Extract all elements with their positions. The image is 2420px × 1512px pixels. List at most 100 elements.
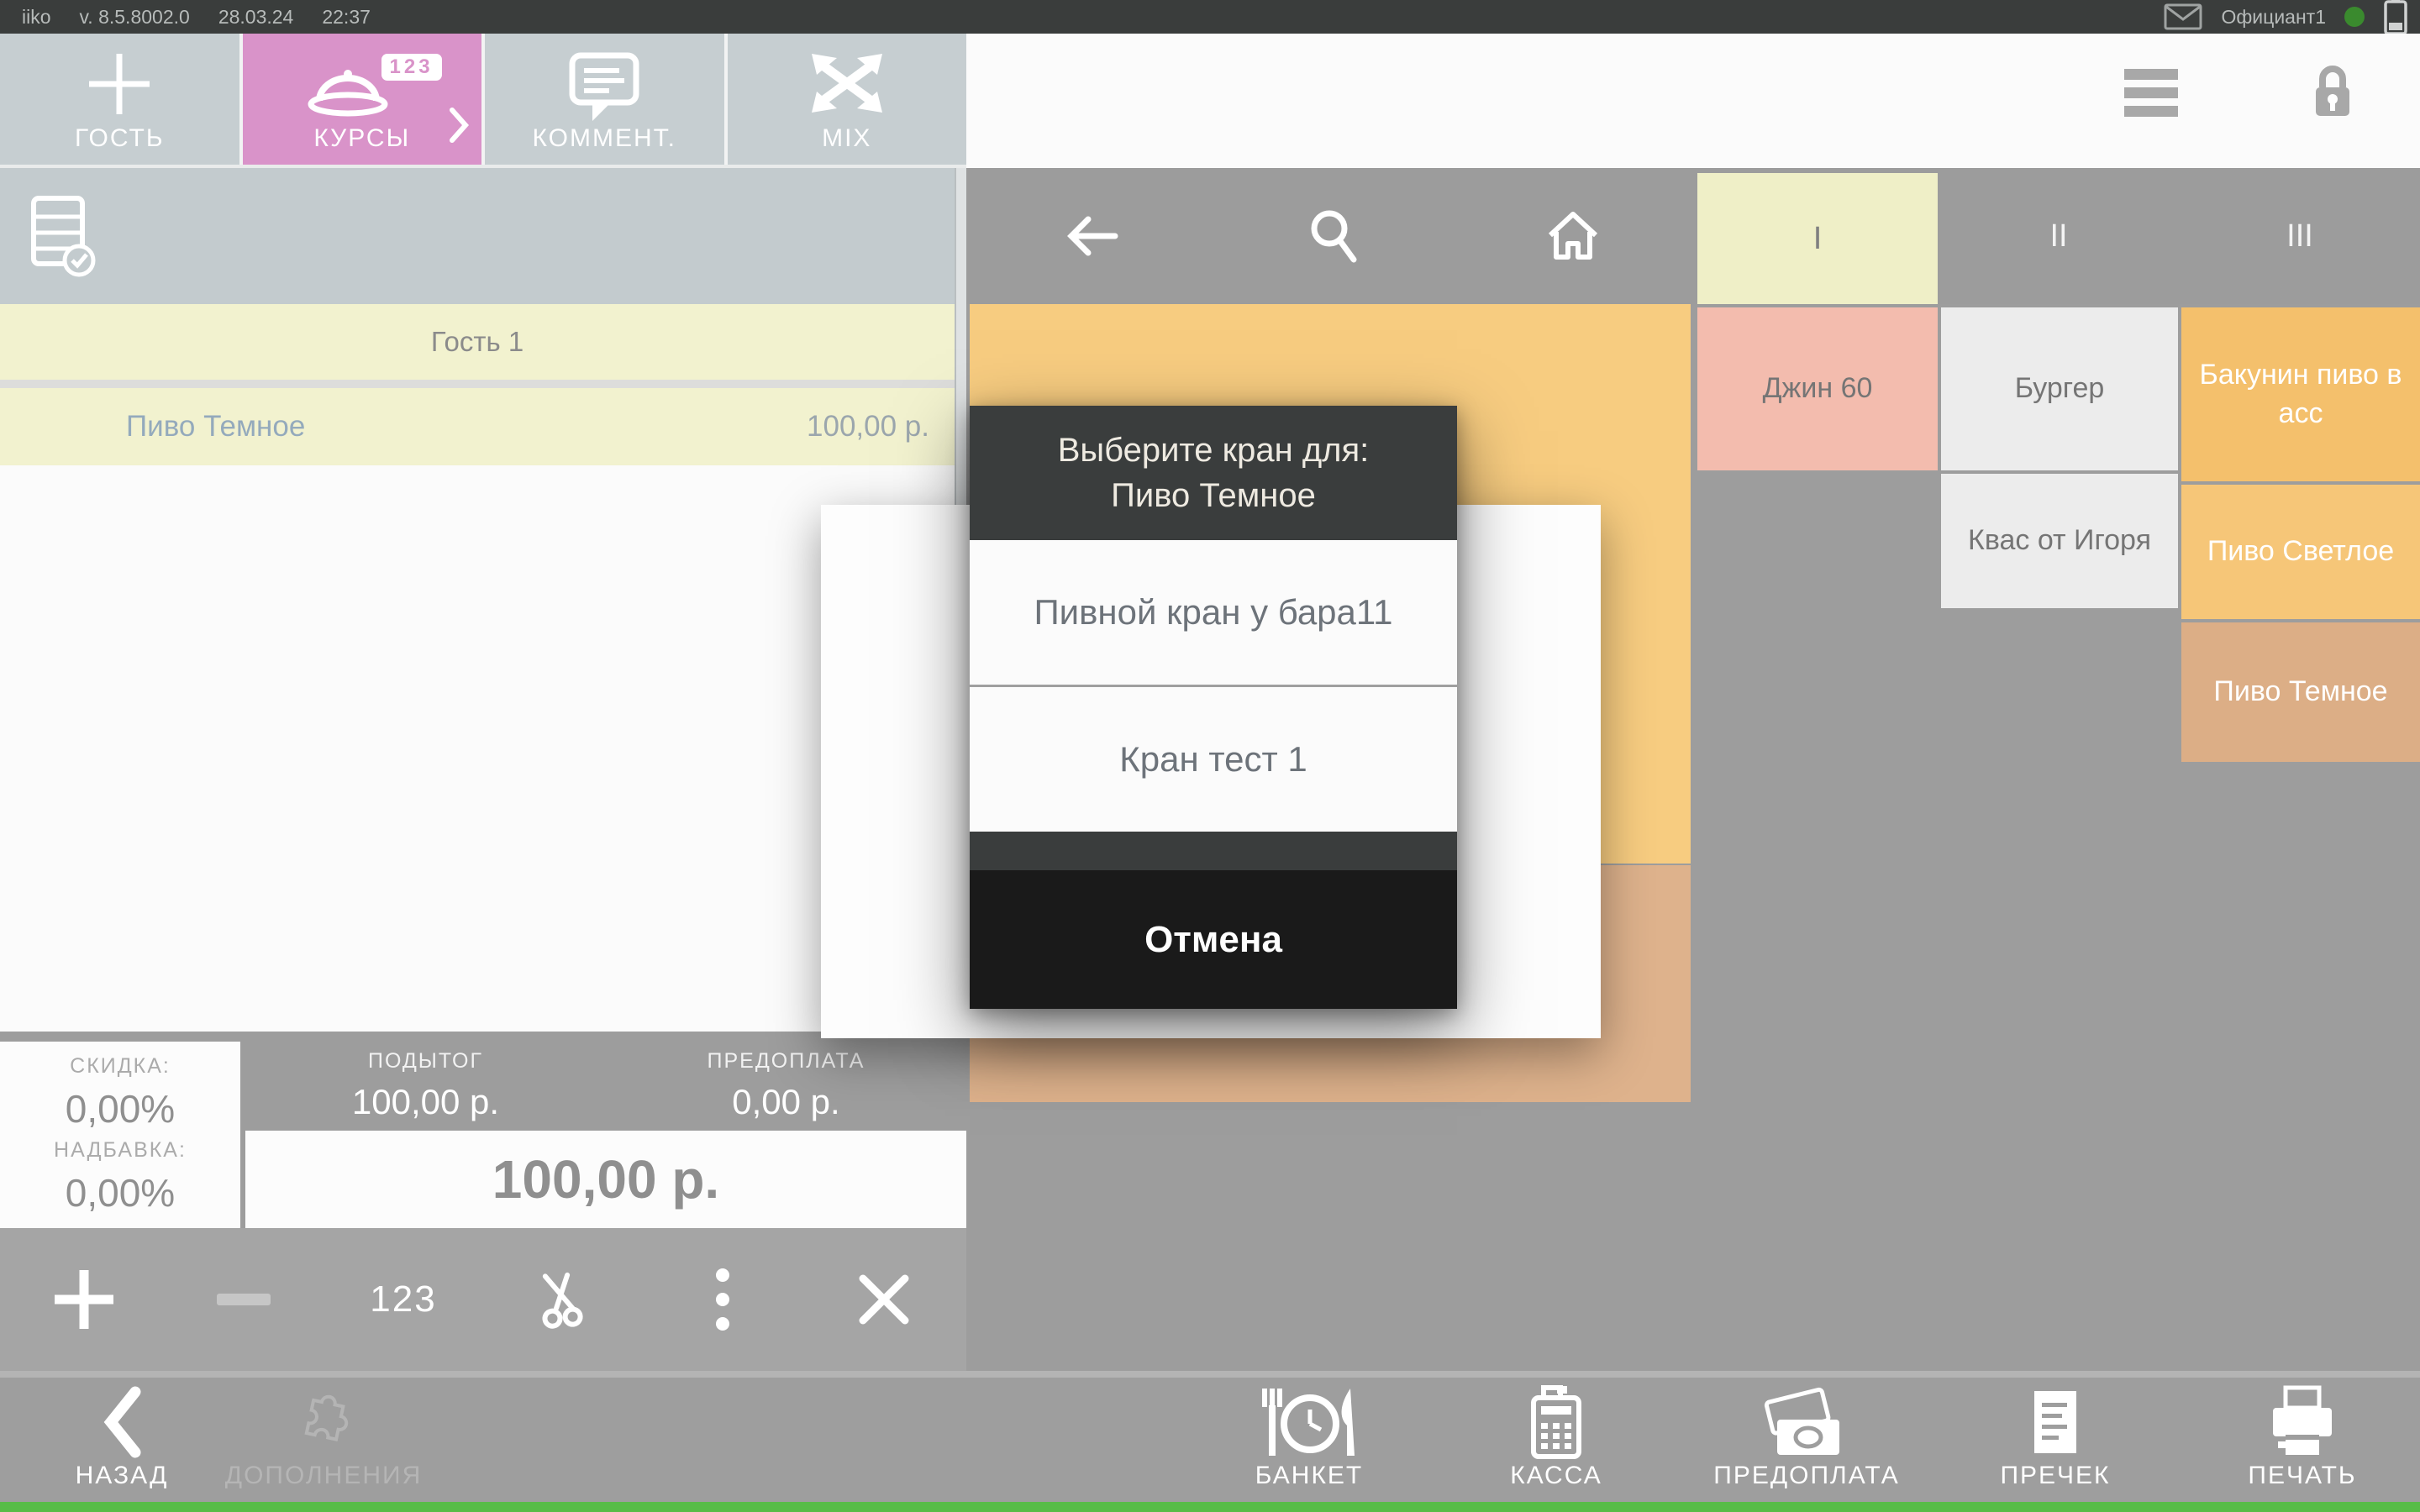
subtotal-label: ПОДЫТОГ [368,1049,483,1074]
row-divider [0,380,955,388]
order-info-header[interactable]: 22:35 Не задан 364 1 Официант1 1 123 [0,168,955,304]
app-version: v. 8.5.8002.0 [80,6,190,29]
pos-app: iiko v. 8.5.8002.0 28.03.24 22:37 Официа… [0,0,2420,1512]
menu-hamburger-icon[interactable] [2124,69,2178,124]
cash-register-button[interactable]: КАССА [1439,1386,1674,1490]
precheck-button-label: ПРЕЧЕК [2000,1462,2110,1490]
dialog-title-line1: Выберите кран для: [1058,428,1370,473]
subtotal-band: ПОДЫТОГ 100,00 р. ПРЕДОПЛАТА 0,00 р. [245,1042,966,1129]
prepayment-button-label: ПРЕДОПЛАТА [1713,1462,1900,1490]
tap-option-bar[interactable]: Пивной кран у бара11 [970,540,1457,685]
comment-icon [566,49,643,126]
prepayment-button[interactable]: ПРЕДОПЛАТА [1689,1386,1924,1490]
guest-section-header[interactable]: Гость 1 [0,304,955,380]
courses-button[interactable]: 123 КУРСЫ [243,34,486,165]
comment-button[interactable]: КОММЕНТ. [485,34,728,165]
menu-item-kvas[interactable]: Квас от Игоря [1941,474,2178,608]
app-name: iiko [22,6,51,29]
back-button[interactable]: НАЗАД [4,1386,239,1490]
shuffle-icon [807,49,887,118]
dialog-spacer [970,832,1457,870]
current-time: 22:37 [322,6,371,29]
menu-tab-2[interactable]: II [1939,168,2179,304]
menu-item-burger-label: Бургер [2015,370,2105,408]
precheck-button[interactable]: ПРЕЧЕК [1938,1386,2173,1490]
tap-option-test-label: Кран тест 1 [1119,739,1307,780]
menu-item-burger[interactable]: Бургер [1941,307,2178,470]
menu-item-gin[interactable]: Джин 60 [1697,307,1938,470]
item-toolbar: 123 [0,1228,966,1371]
cancel-button[interactable]: Отмена [970,870,1457,1009]
tap-option-test[interactable]: Кран тест 1 [970,687,1457,832]
menu-tab-2-label: II [2049,218,2067,255]
battery-icon [2383,0,2408,36]
banquet-button[interactable]: БАНКЕТ [1192,1386,1427,1490]
addons-button[interactable]: ДОПОЛНЕНИЯ [206,1386,441,1490]
decrease-quantity-button[interactable] [217,1294,271,1305]
money-icon [1757,1386,1856,1458]
order-items-panel: Гость 1 Пиво Темное 100,00 р. [0,304,955,1032]
mail-icon[interactable] [2164,3,2202,30]
subtotal-value: 100,00 р. [352,1082,499,1122]
back-arrow-icon[interactable] [1065,213,1120,259]
more-options-kebab-icon[interactable] [715,1268,730,1331]
menu-item-light-beer[interactable]: Пиво Светлое [2181,485,2420,619]
banquet-icon [1256,1386,1362,1458]
bottom-nav-bar: НАЗАД ДОПОЛНЕНИЯ БАНКЕТ КАССА [0,1378,2420,1502]
puzzle-icon [287,1386,360,1458]
menu-tab-3-label: III [2286,218,2313,255]
prepayment-label: ПРЕДОПЛАТА [708,1049,865,1074]
nav-separator [0,1371,2420,1378]
chevron-right-icon[interactable] [448,106,470,144]
order-total-value: 100,00 р. [492,1148,719,1210]
current-user[interactable]: Официант1 [2221,6,2326,29]
lock-icon[interactable] [2309,62,2356,121]
print-button[interactable]: ПЕЧАТЬ [2185,1386,2420,1490]
menu-tab-3[interactable]: III [2180,168,2420,304]
cash-register-icon [1525,1386,1587,1458]
dialog-title-line2: Пиво Темное [1111,473,1316,518]
current-date: 28.03.24 [218,6,294,29]
order-item-name: Пиво Темное [126,410,305,444]
scissors-split-button[interactable] [532,1270,591,1329]
order-list-icon [30,193,96,281]
markup-value: 0,00% [66,1170,175,1215]
cash-register-button-label: КАССА [1510,1462,1602,1490]
guest-button-label: ГОСТЬ [75,124,165,153]
discount-value: 0,00% [66,1086,175,1131]
mix-button[interactable]: MIX [728,34,967,165]
courses-button-label: КУРСЫ [313,124,410,153]
menu-tab-1-label: I [1813,221,1823,257]
guest-section-label: Гость 1 [431,326,523,358]
search-icon[interactable] [1308,209,1357,263]
title-bar: iiko v. 8.5.8002.0 28.03.24 22:37 Официа… [0,0,2420,34]
printer-icon [2266,1386,2338,1458]
dialog-title: Выберите кран для: Пиво Темное [970,406,1457,540]
order-item-row[interactable]: Пиво Темное 100,00 р. [0,388,955,465]
delete-item-button[interactable] [856,1272,912,1327]
discount-panel[interactable]: СКИДКА: 0,00% НАДБАВКА: 0,00% [0,1042,240,1228]
chevron-left-icon [103,1386,141,1458]
menu-tab-1[interactable]: I [1697,173,1938,304]
back-button-label: НАЗАД [76,1462,169,1490]
order-item-price: 100,00 р. [807,410,929,444]
tap-select-dialog: Выберите кран для: Пиво Темное Пивной кр… [970,406,1457,1009]
cancel-button-label: Отмена [1144,919,1282,961]
receipt-icon [2028,1386,2083,1458]
menu-item-kvas-label: Квас от Игоря [1968,522,2151,560]
menu-item-dark-beer[interactable]: Пиво Темное [2181,622,2420,762]
increase-quantity-button[interactable] [51,1267,117,1332]
quantity-numpad-button[interactable]: 123 [370,1278,436,1320]
plus-icon [84,49,155,119]
menu-item-bakunin-beer[interactable]: Бакунин пиво в асс [2181,307,2420,481]
prepayment-value: 0,00 р. [732,1082,839,1122]
menu-item-gin-label: Джин 60 [1763,370,1873,408]
screen-header [966,34,2420,168]
banquet-button-label: БАНКЕТ [1255,1462,1364,1490]
menu-item-dark-beer-label: Пиво Темное [2213,673,2387,711]
order-actions-bar: ГОСТЬ 123 КУРСЫ КОММЕНТ. MIX [0,34,966,168]
markup-label: НАДБАВКА: [54,1138,187,1163]
add-guest-button[interactable]: ГОСТЬ [0,34,243,165]
home-icon[interactable] [1546,210,1600,262]
menu-item-bakunin-label: Бакунин пиво в асс [2198,356,2403,433]
